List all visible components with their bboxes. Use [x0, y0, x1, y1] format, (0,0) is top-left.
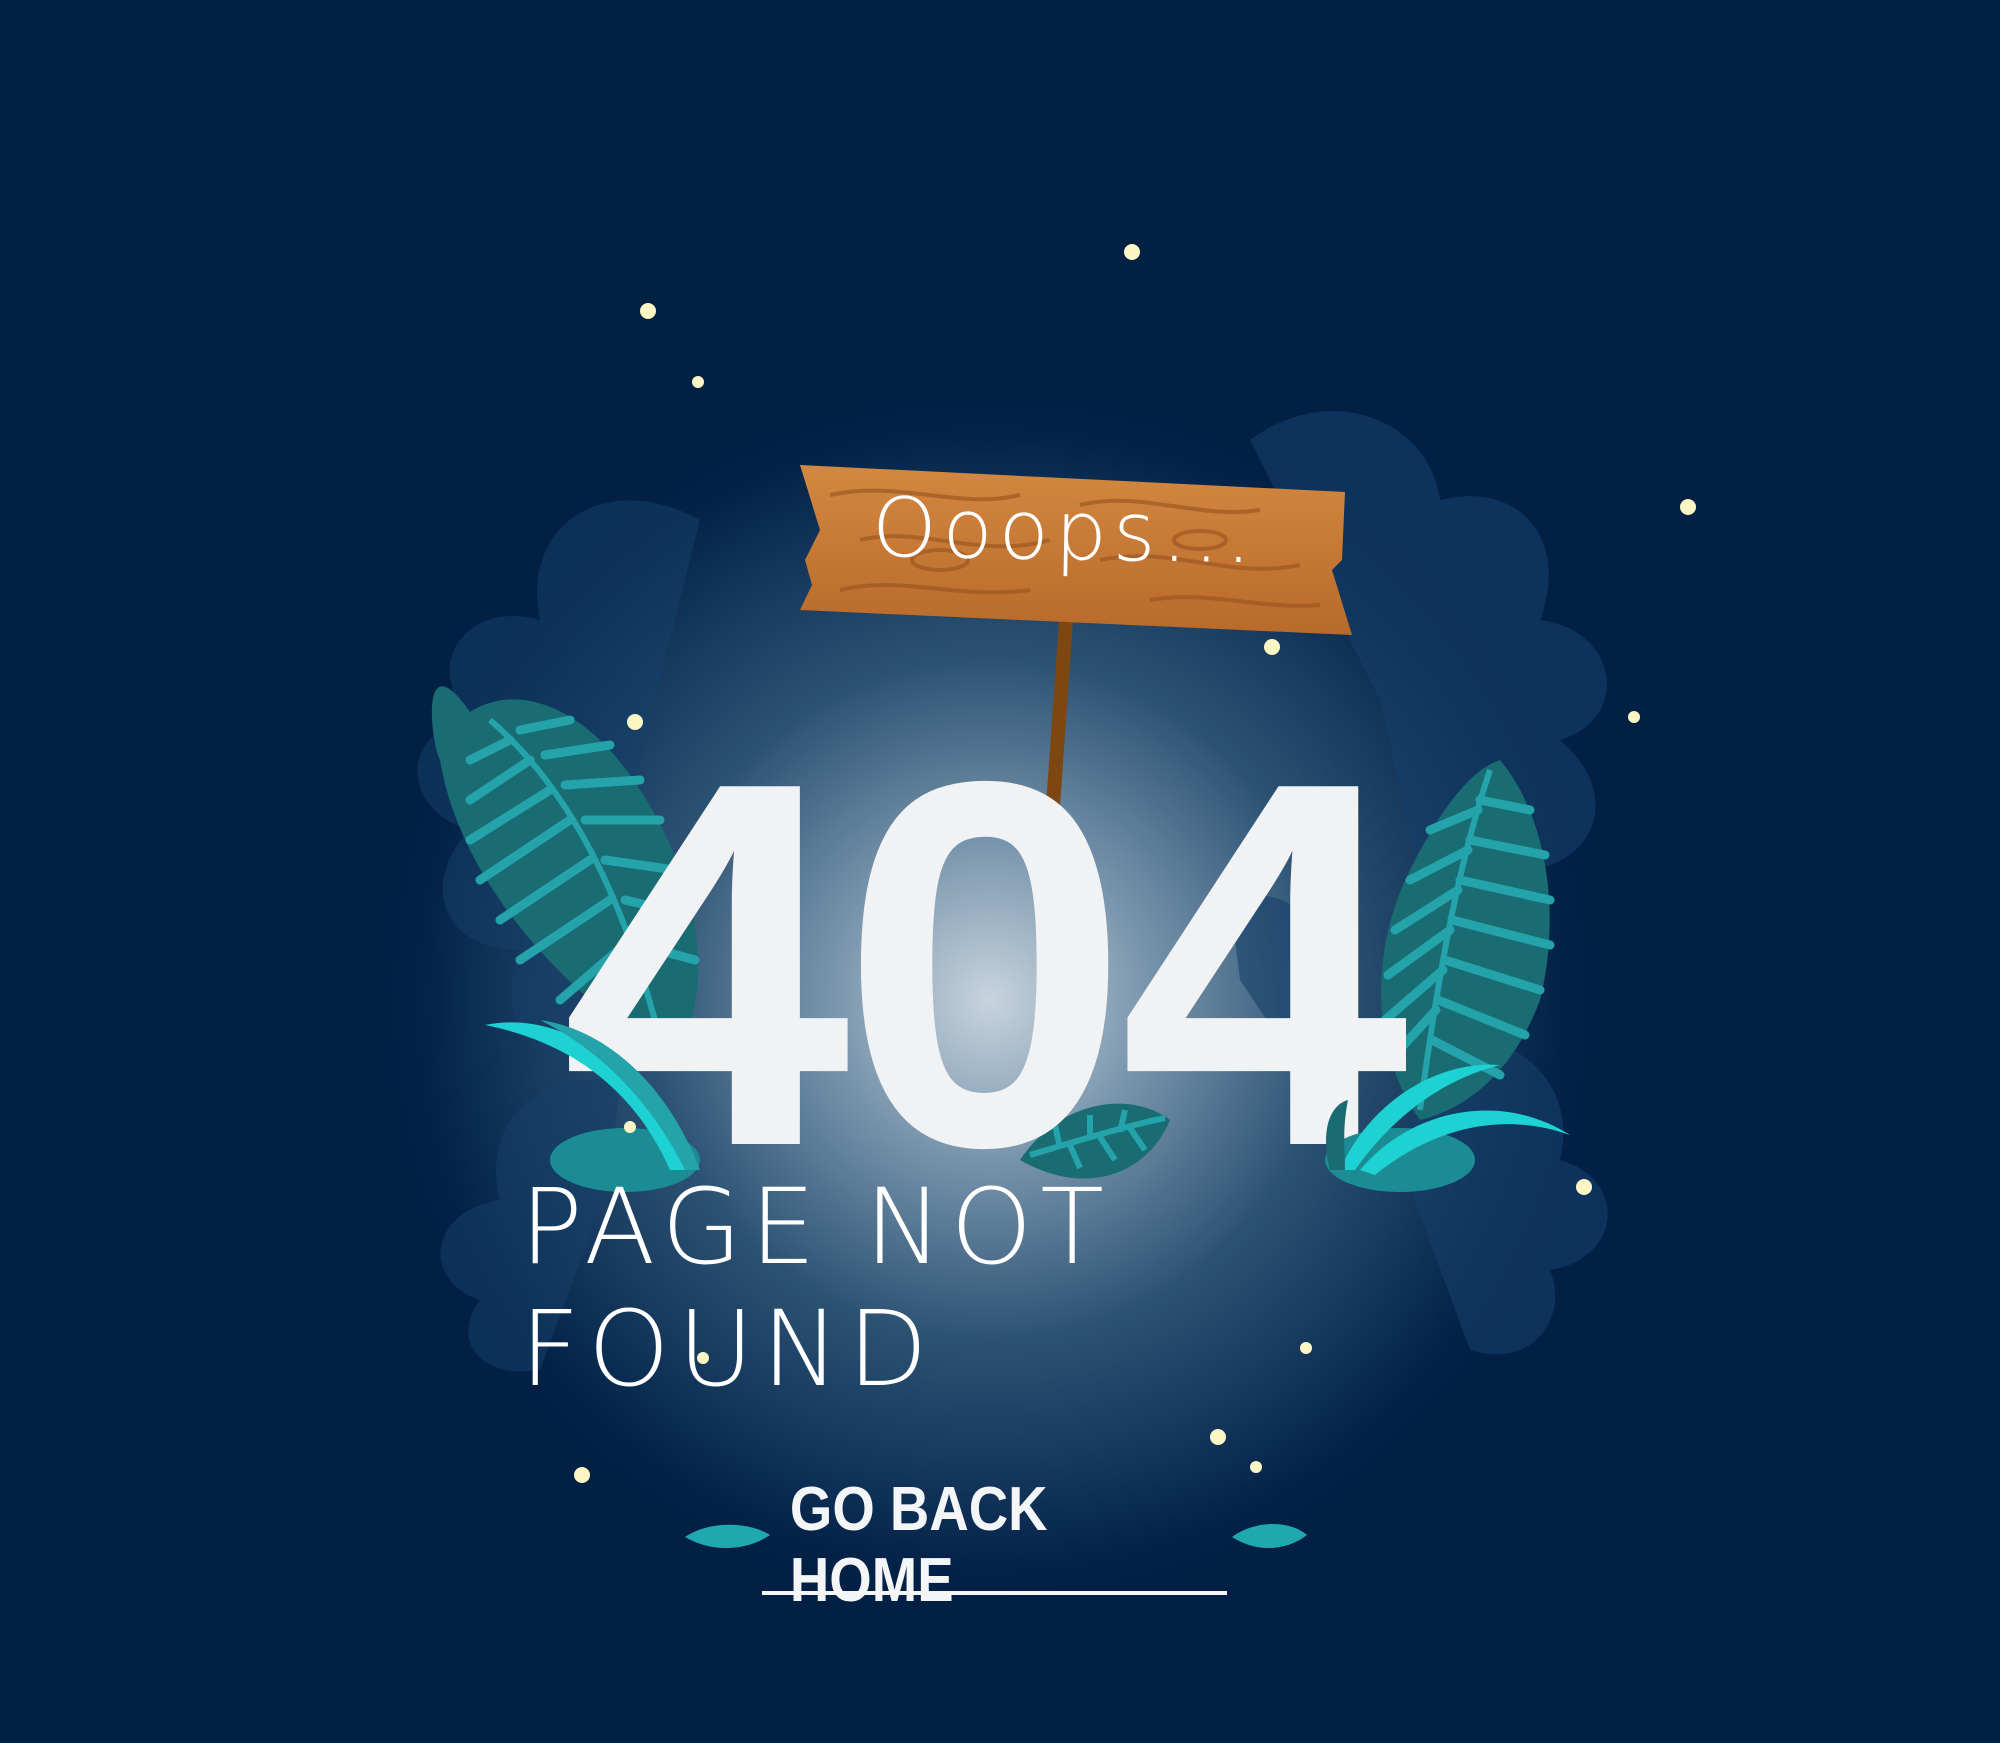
page-not-found-message: PAGE NOT FOUND: [520, 1166, 1480, 1410]
go-back-home-button[interactable]: GO BACK HOME: [790, 1475, 1199, 1615]
home-button-underline: [762, 1591, 1227, 1595]
error-code: 404: [561, 674, 1409, 1255]
sign-text: Ooops...: [871, 480, 1259, 582]
error-page: Ooops... 404 GO BACK HOME: [0, 0, 2000, 1743]
